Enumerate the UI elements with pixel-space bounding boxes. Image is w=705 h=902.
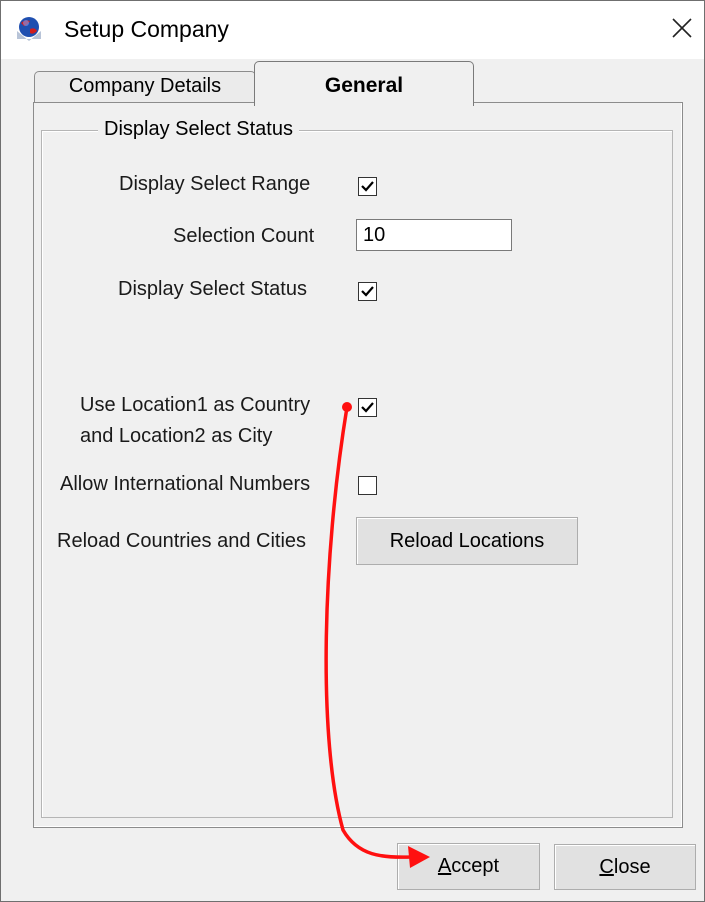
use-location-label: Use Location1 as Country and Location2 a… bbox=[80, 390, 310, 452]
display-select-status-checkbox[interactable] bbox=[358, 282, 377, 301]
group-box-title: Display Select Status bbox=[98, 118, 299, 141]
close-icon[interactable] bbox=[667, 13, 697, 43]
selection-count-label: Selection Count bbox=[173, 225, 315, 247]
accept-mnemonic: A bbox=[437, 855, 452, 877]
display-select-range-label: Display Select Range bbox=[119, 173, 311, 195]
allow-international-checkbox[interactable] bbox=[358, 476, 377, 495]
selection-count-input[interactable] bbox=[356, 219, 512, 251]
use-location-checkbox[interactable] bbox=[358, 398, 377, 417]
reload-countries-label: Reload Countries and Cities bbox=[57, 530, 307, 552]
display-select-range-checkbox[interactable] bbox=[358, 177, 377, 196]
checkmark-icon bbox=[361, 402, 374, 413]
setup-company-window: Setup Company Company Details General Di… bbox=[0, 0, 705, 902]
checkmark-icon bbox=[361, 181, 374, 192]
checkmark-icon bbox=[361, 286, 374, 297]
close-mnemonic: C bbox=[599, 856, 614, 878]
reload-locations-button[interactable]: Reload Locations bbox=[356, 517, 578, 565]
close-label-rest: lose bbox=[613, 856, 651, 878]
close-button[interactable]: Close bbox=[554, 844, 696, 890]
use-location-label-line2: and Location2 as City bbox=[80, 425, 273, 447]
display-select-status-label: Display Select Status bbox=[118, 278, 307, 300]
title-bar: Setup Company bbox=[1, 1, 704, 59]
use-location-label-line1: Use Location1 as Country bbox=[80, 394, 311, 416]
tab-company-details[interactable]: Company Details bbox=[34, 71, 256, 104]
window-title: Setup Company bbox=[64, 16, 229, 42]
tab-general[interactable]: General bbox=[254, 61, 474, 106]
app-globe-icon bbox=[15, 15, 43, 43]
allow-international-label: Allow International Numbers bbox=[60, 473, 311, 495]
accept-label-rest: ccept bbox=[451, 855, 500, 877]
accept-button[interactable]: Accept bbox=[397, 843, 540, 890]
